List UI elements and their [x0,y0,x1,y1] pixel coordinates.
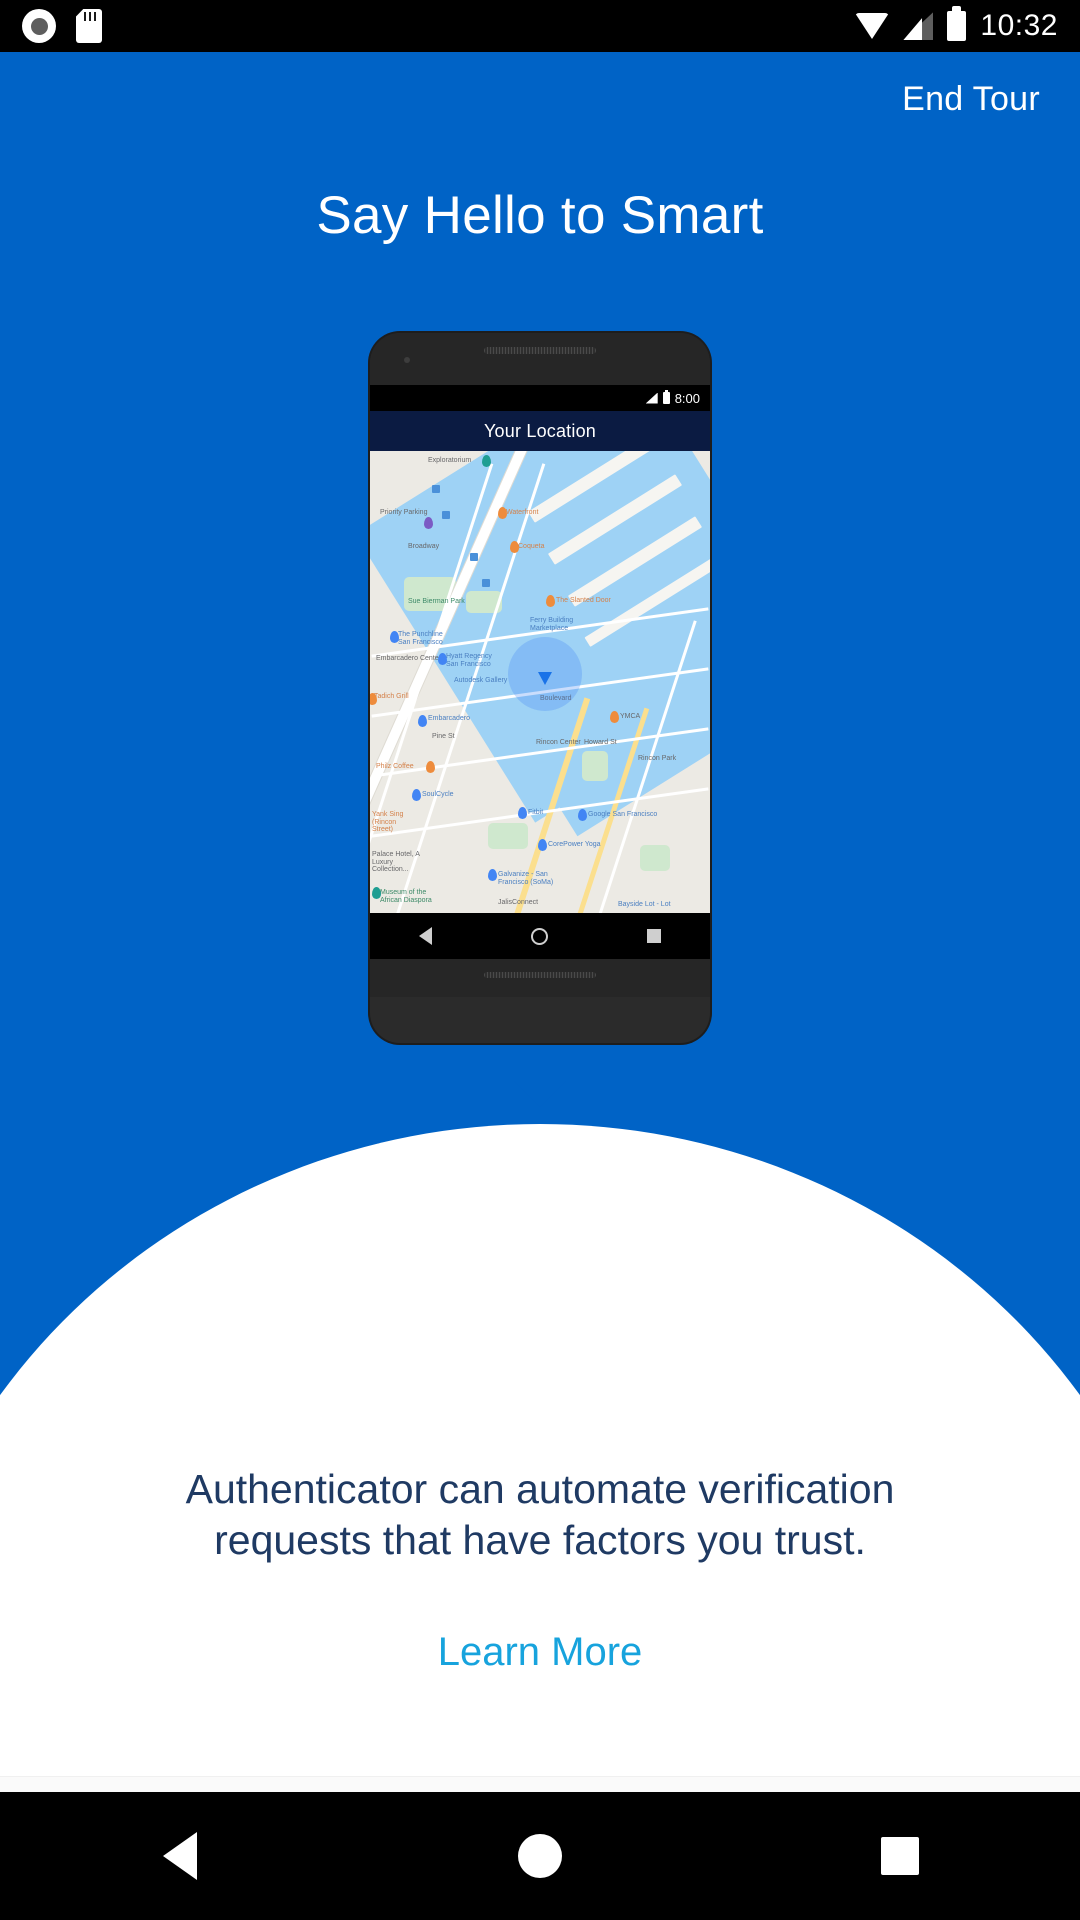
phone-signal-icon [645,392,658,404]
home-icon [518,1834,562,1878]
status-bar-clock: 10:32 [980,9,1058,42]
map-pin[interactable] [488,869,497,881]
front-camera-icon [404,357,410,363]
map-pin[interactable] [498,507,507,519]
map-transit-icon [470,553,478,561]
map-label: Rincon Park [638,755,677,762]
cell-signal-icon [903,12,934,40]
map-label: Broadway [408,543,440,550]
map-label: Yank Sing (Rincon Street) [372,811,404,834]
phone-nav-bar [370,913,710,959]
map-pin[interactable] [518,807,527,819]
phone-top-bezel [370,333,710,385]
phone-screen: 8:00 Your Location Exploratorium Priorit… [370,385,710,959]
map-label: Philz Coffee [376,763,414,770]
map-park [488,823,528,849]
page-title: Say Hello to Smart [316,186,764,245]
map-label: Embarcadero Center [376,655,441,662]
map-label: JalisConnect [498,899,539,906]
map-label: Rincon Center [536,739,581,746]
phone-bottom-bezel [370,959,710,997]
status-bar-right-icons: 10:32 [855,6,1080,43]
nav-home-button[interactable] [360,1834,720,1878]
map-label: Autodesk Gallery [454,677,508,684]
nav-recents-button[interactable] [720,1837,1080,1875]
map-label: Museum of the African Diaspora [380,889,432,904]
map-pin[interactable] [538,839,547,851]
map-label: Sue Bierman Park [408,598,465,605]
map-label: Coqueta [518,543,545,550]
tour-panel: End Tour Say Hello to Smart 8:00 Your Lo… [0,52,1080,1464]
map-label: Bayside Lot - Lot [618,901,671,908]
map-label: Galvanize - San Francisco (SoMa) [498,871,554,886]
phone-app-bar-title: Your Location [370,411,710,451]
map-label: Howard St [584,739,617,746]
status-bar-left-icons [0,9,102,43]
map-label: Waterfront [506,509,539,516]
map-label: SoulCycle [422,791,454,798]
map-label: Palace Hotel, A Luxury Collection... [372,851,420,874]
earpiece-speaker-icon [484,347,596,354]
end-tour-button[interactable]: End Tour [902,80,1040,119]
map-view[interactable]: Exploratorium Priority Parking Broadway … [370,451,710,913]
map-pin[interactable] [482,455,491,467]
content-panel: Authenticator can automate verification … [0,1464,1080,1776]
map-transit-icon [432,485,440,493]
map-park [640,845,670,871]
map-pin[interactable] [412,789,421,801]
map-label: Tadich Grill [374,693,409,700]
phone-battery-icon [662,390,670,404]
map-label: Google San Francisco [588,811,658,818]
learn-more-link[interactable]: Learn More [438,1630,643,1675]
map-pin[interactable] [390,631,399,643]
map-pin[interactable] [370,693,377,705]
back-icon[interactable] [419,927,433,945]
map-label: Priority Parking [380,509,428,516]
white-curve-decoration [0,1124,1080,1464]
back-icon [163,1832,197,1880]
map-park [582,751,608,781]
map-transit-icon [482,579,490,587]
phone-status-bar: 8:00 [370,385,710,411]
description-line-2: requests that have factors you trust. [214,1516,866,1563]
current-location-marker [533,653,557,685]
map-label: Embarcadero [428,715,471,722]
map-pin[interactable] [578,809,587,821]
curve-notch-icon [514,1081,566,1107]
map-pin[interactable] [372,887,381,899]
map-label: YMCA [620,713,641,720]
map-pin[interactable] [426,761,435,773]
map-label: The Slanted Door [556,597,611,604]
map-pin[interactable] [510,541,519,553]
description-text: Authenticator can automate verification … [90,1464,990,1566]
battery-icon [947,6,967,41]
map-label: Ferry Building Marketplace [530,617,574,632]
map-label: CorePower Yoga [548,841,601,848]
recents-icon[interactable] [646,929,661,943]
wifi-icon [855,13,890,39]
system-status-bar: 10:32 [0,0,1080,52]
map-pin[interactable] [610,711,619,723]
map-pin[interactable] [546,595,555,607]
map-label: Exploratorium [428,457,472,464]
screen-record-icon [22,9,56,43]
phone-clock: 8:00 [674,390,700,406]
nav-back-button[interactable] [0,1832,360,1880]
system-nav-bar [0,1792,1080,1920]
home-icon[interactable] [530,927,548,945]
map-pin[interactable] [424,517,433,529]
map-pin[interactable] [438,653,447,665]
map-label: Pine St [432,733,455,740]
map-label: Fitbit [528,809,544,816]
map-label: Hyatt Regency San Francisco [446,653,492,668]
sd-card-icon [76,9,102,43]
map-transit-icon [442,511,450,519]
map-label: The Punchline San Francisco [398,631,443,646]
phone-mockup: 8:00 Your Location Exploratorium Priorit… [370,333,710,1043]
map-pin[interactable] [418,715,427,727]
description-line-1: Authenticator can automate verification [185,1466,895,1512]
recents-icon [881,1837,919,1875]
